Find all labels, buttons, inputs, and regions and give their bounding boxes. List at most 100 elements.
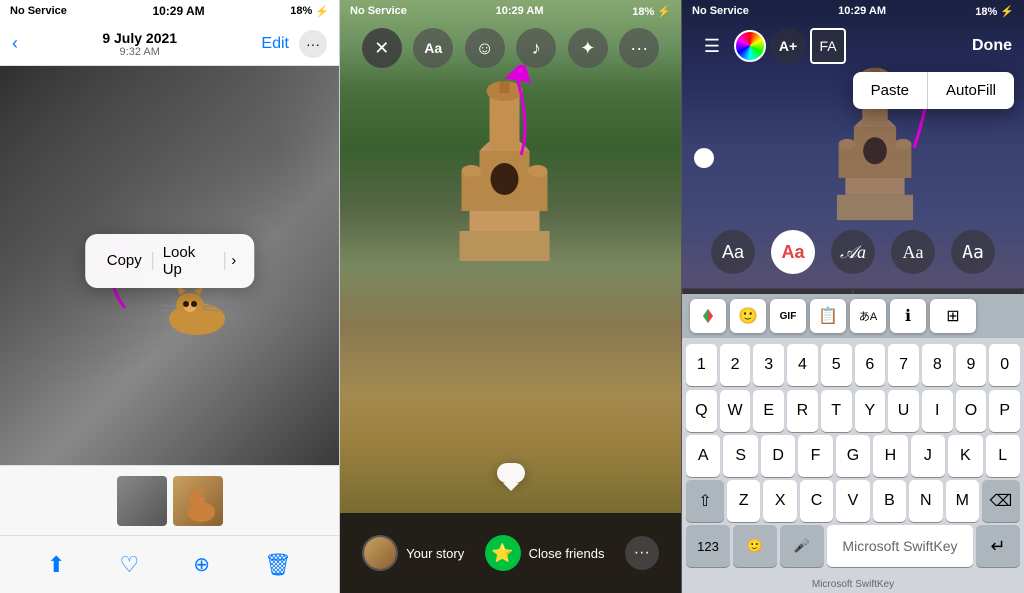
close-friends-button[interactable]: ⭐ Close friends <box>485 535 605 571</box>
share-bar: Your story ⭐ Close friends ··· <box>340 513 681 593</box>
key-g[interactable]: G <box>836 435 870 477</box>
key-f[interactable]: F <box>798 435 832 477</box>
key-s[interactable]: S <box>723 435 757 477</box>
key-b[interactable]: B <box>873 480 906 522</box>
info-button[interactable]: ℹ <box>890 299 926 333</box>
key-1[interactable]: 1 <box>686 344 717 386</box>
photo-time: 9:32 AM <box>102 46 177 58</box>
key-7[interactable]: 7 <box>888 344 919 386</box>
key-6[interactable]: 6 <box>855 344 886 386</box>
music-tool-button[interactable]: ♪ <box>516 28 556 68</box>
key-c[interactable]: C <box>800 480 833 522</box>
more-button[interactable]: ··· <box>299 30 327 58</box>
key-l[interactable]: L <box>986 435 1020 477</box>
lookup-option[interactable]: Look Up <box>153 242 225 280</box>
key-k[interactable]: K <box>948 435 982 477</box>
key-u[interactable]: U <box>888 390 919 432</box>
clipboard-button[interactable]: 📋 <box>810 299 846 333</box>
back-button-p1[interactable]: ‹ <box>12 33 18 54</box>
thumbnail-2[interactable] <box>173 476 223 526</box>
delete-icon[interactable]: 🗑 <box>264 552 292 578</box>
status-time-p1: 10:29 AM <box>152 4 204 18</box>
bottom-keyboard-row: 123 🙂 🎤 Microsoft SwiftKey ↵ <box>682 522 1024 575</box>
panel3-instagram-text: No Service 10:29 AM 18% ⚡ ☰ A+ FA Done P… <box>682 0 1024 593</box>
backspace-key[interactable]: ⌫ <box>982 480 1020 522</box>
font-option-5[interactable]: Aa <box>951 230 995 274</box>
key-i[interactable]: I <box>922 390 953 432</box>
close-story-button[interactable]: ✕ <box>362 28 402 68</box>
key-h[interactable]: H <box>873 435 907 477</box>
key-3[interactable]: 3 <box>753 344 784 386</box>
space-key[interactable]: Microsoft SwiftKey <box>827 525 973 567</box>
emoji-key[interactable]: 🙂 <box>733 525 777 567</box>
gemini-icon[interactable] <box>690 299 726 333</box>
key-d[interactable]: D <box>761 435 795 477</box>
your-story-button[interactable]: Your story <box>362 535 464 571</box>
key-r[interactable]: R <box>787 390 818 432</box>
close-friends-icon: ⭐ <box>485 535 521 571</box>
key-o[interactable]: O <box>956 390 987 432</box>
share-more-button[interactable]: ··· <box>625 536 659 570</box>
key-z[interactable]: Z <box>727 480 760 522</box>
emoji-button[interactable]: 🙂 <box>730 299 766 333</box>
copy-option[interactable]: Copy <box>97 250 152 271</box>
text-tool-button[interactable]: Aa <box>413 28 453 68</box>
key-8[interactable]: 8 <box>922 344 953 386</box>
key-j[interactable]: J <box>911 435 945 477</box>
hamburger-menu-button[interactable]: ☰ <box>694 28 730 64</box>
sparkle-tool-button[interactable]: ✦ <box>568 28 608 68</box>
more-option[interactable]: › <box>225 250 242 271</box>
key-x[interactable]: X <box>763 480 796 522</box>
font-size-button[interactable]: A+ <box>770 28 806 64</box>
mic-key[interactable]: 🎤 <box>780 525 824 567</box>
key-q[interactable]: Q <box>686 390 717 432</box>
font-option-1[interactable]: Aa <box>711 230 755 274</box>
done-button[interactable]: Done <box>972 37 1012 55</box>
photo-viewer[interactable]: Copy Look Up › <box>0 66 339 465</box>
key-v[interactable]: V <box>836 480 869 522</box>
sharing-tooltip <box>497 463 525 483</box>
paste-button[interactable]: Paste <box>853 72 927 109</box>
text-align-button[interactable]: FA <box>810 28 846 64</box>
qwerty-row3: ⇧ Z X C V B N M ⌫ <box>686 480 1020 522</box>
font-option-4[interactable]: Aa <box>891 230 935 274</box>
thumbnail-cat <box>173 476 223 526</box>
autofill-button[interactable]: AutoFill <box>928 72 1014 109</box>
numbers-key[interactable]: 123 <box>686 525 730 567</box>
font-option-2-selected[interactable]: Aa <box>771 230 815 274</box>
close-friends-label: Close friends <box>529 546 605 561</box>
key-n[interactable]: N <box>909 480 942 522</box>
shift-key[interactable]: ⇧ <box>686 480 724 522</box>
gif-button[interactable]: GIF <box>770 299 806 333</box>
more-tool-button[interactable]: ··· <box>619 28 659 68</box>
key-m[interactable]: M <box>946 480 979 522</box>
key-9[interactable]: 9 <box>956 344 987 386</box>
context-menu: Copy Look Up › <box>85 234 255 288</box>
share-icon[interactable]: ⬆ <box>47 552 65 578</box>
key-5[interactable]: 5 <box>821 344 852 386</box>
return-key[interactable]: ↵ <box>976 525 1020 567</box>
translate-button[interactable]: あA <box>850 299 886 333</box>
key-w[interactable]: W <box>720 390 751 432</box>
color-picker-button[interactable] <box>734 30 766 62</box>
key-2[interactable]: 2 <box>720 344 751 386</box>
key-4[interactable]: 4 <box>787 344 818 386</box>
favorite-icon[interactable]: ♡ <box>119 552 139 578</box>
key-p[interactable]: P <box>989 390 1020 432</box>
key-t[interactable]: T <box>821 390 852 432</box>
photo-strip <box>0 465 339 535</box>
status-battery-p3: 18% ⚡ <box>975 5 1014 18</box>
grid-button[interactable]: ⊞ <box>930 299 976 333</box>
tutorial-arrow-p2 <box>496 65 546 165</box>
key-a[interactable]: A <box>686 435 720 477</box>
edit-button[interactable]: Edit <box>261 35 289 53</box>
key-0[interactable]: 0 <box>989 344 1020 386</box>
enhance-icon[interactable]: ⊕ <box>193 552 210 577</box>
key-y[interactable]: Y <box>855 390 886 432</box>
text-cursor <box>694 148 714 168</box>
sticker-tool-button[interactable]: ☺ <box>465 28 505 68</box>
gemini-svg <box>699 307 717 325</box>
font-option-3[interactable]: 𝒜a <box>831 230 875 274</box>
thumbnail-1[interactable] <box>117 476 167 526</box>
key-e[interactable]: E <box>753 390 784 432</box>
